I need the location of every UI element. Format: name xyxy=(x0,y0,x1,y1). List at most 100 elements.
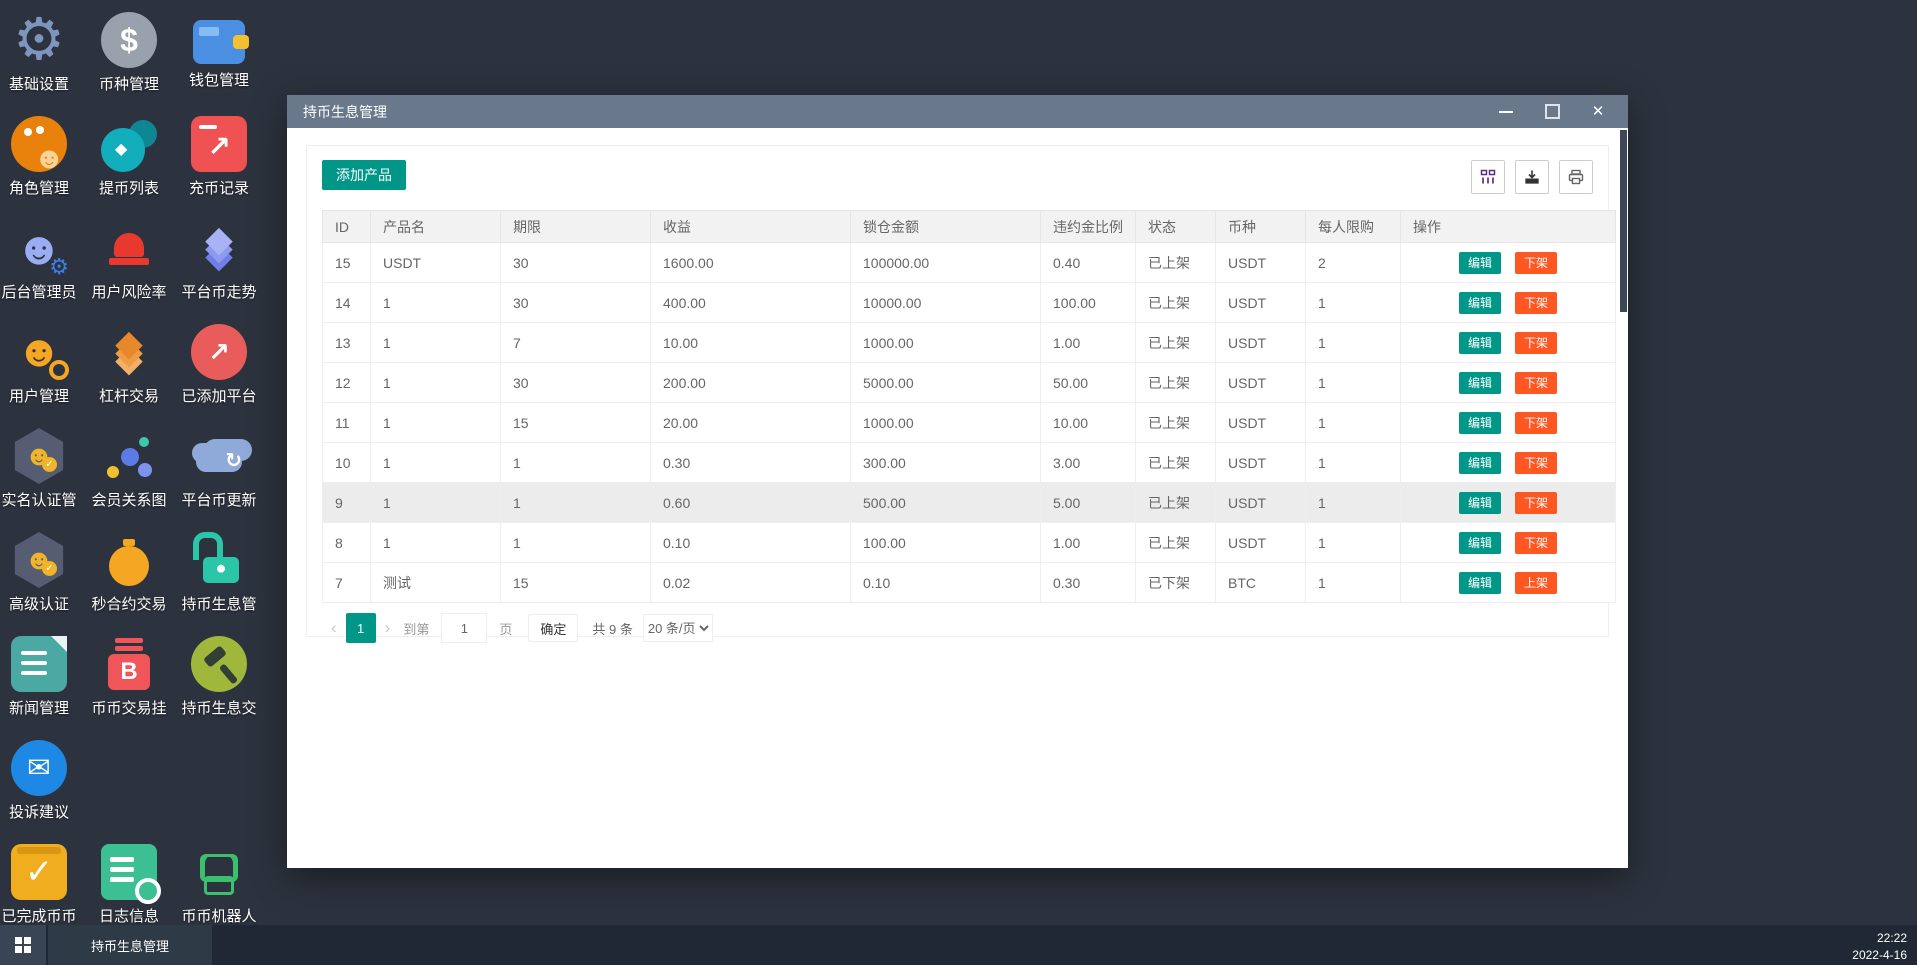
desktop-shortcut[interactable]: 投诉建议 xyxy=(0,732,84,836)
cell-lock-amount: 5000.00 xyxy=(851,363,1041,403)
desktop-shortcut-icon xyxy=(101,220,157,276)
cell-status: 已上架 xyxy=(1136,443,1216,483)
edit-button[interactable]: 编辑 xyxy=(1459,492,1501,514)
add-product-button[interactable]: 添加产品 xyxy=(322,160,406,190)
cell-product-name: USDT xyxy=(371,243,501,283)
window-scrollbar-thumb[interactable] xyxy=(1620,130,1627,312)
cell-penalty-ratio: 0.30 xyxy=(1041,563,1136,603)
desktop-shortcut-icon xyxy=(101,636,157,692)
desktop-shortcut-icon xyxy=(191,636,247,692)
table-row: 10 1 1 0.30 300.00 3.00 已上架 USDT 1 编辑 下架 xyxy=(323,443,1616,483)
desktop-shortcut[interactable]: 平台币更新 xyxy=(174,420,264,524)
close-icon[interactable] xyxy=(1590,104,1606,120)
desktop-shortcut[interactable]: 平台币走势 xyxy=(174,212,264,316)
window-titlebar: 持币生息管理 xyxy=(287,95,1628,128)
toggle-shelf-button[interactable]: 下架 xyxy=(1515,412,1557,434)
clock-date: 2022-4-16 xyxy=(1852,947,1907,964)
desktop-shortcut[interactable]: 提币列表 xyxy=(84,108,174,212)
edit-button[interactable]: 编辑 xyxy=(1459,532,1501,554)
desktop-shortcut[interactable]: 杠杆交易 xyxy=(84,316,174,420)
table-toolbar: 添加产品 xyxy=(322,160,1593,194)
cell-limit: 1 xyxy=(1306,563,1401,603)
cell-lock-amount: 10000.00 xyxy=(851,283,1041,323)
taskbar-item-active[interactable]: 持币生息管理 xyxy=(48,925,212,965)
desktop-shortcut-icon xyxy=(101,844,157,900)
edit-button[interactable]: 编辑 xyxy=(1459,292,1501,314)
cell-actions: 编辑 下架 xyxy=(1401,443,1616,483)
desktop-shortcut[interactable]: 实名认证管 xyxy=(0,420,84,524)
confirm-button[interactable]: 确定 xyxy=(528,614,578,642)
desktop-shortcut[interactable]: 充币记录 xyxy=(174,108,264,212)
desktop-shortcut[interactable]: 币种管理 xyxy=(84,4,174,108)
edit-button[interactable]: 编辑 xyxy=(1459,372,1501,394)
cell-id: 14 xyxy=(323,283,371,323)
cell-product-name: 1 xyxy=(371,283,501,323)
goto-page-input[interactable] xyxy=(441,613,487,643)
desktop-shortcut-label: 平台币走势 xyxy=(181,281,256,302)
minimize-icon[interactable] xyxy=(1498,104,1514,120)
cell-profit: 200.00 xyxy=(651,363,851,403)
desktop-shortcut[interactable]: 高级认证 xyxy=(0,524,84,628)
desktop-shortcut[interactable]: 持币生息管 xyxy=(174,524,264,628)
cell-term: 1 xyxy=(501,483,651,523)
desktop-shortcut[interactable]: 用户风险率 xyxy=(84,212,174,316)
columns-filter-icon[interactable] xyxy=(1471,160,1505,194)
desktop-shortcut-icon xyxy=(101,116,157,172)
cell-profit: 400.00 xyxy=(651,283,851,323)
edit-button[interactable]: 编辑 xyxy=(1459,412,1501,434)
desktop-shortcut[interactable]: 角色管理 xyxy=(0,108,84,212)
desktop-shortcut[interactable]: 已添加平台 xyxy=(174,316,264,420)
export-icon[interactable] xyxy=(1515,160,1549,194)
desktop-shortcut[interactable]: 会员关系图 xyxy=(84,420,174,524)
page-size-select[interactable]: 20 条/页 xyxy=(643,614,713,642)
cell-id: 13 xyxy=(323,323,371,363)
cell-lock-amount: 1000.00 xyxy=(851,323,1041,363)
desktop-shortcut[interactable]: 基础设置 xyxy=(0,4,84,108)
edit-button[interactable]: 编辑 xyxy=(1459,452,1501,474)
cell-penalty-ratio: 10.00 xyxy=(1041,403,1136,443)
desktop-shortcut-label: 日志信息 xyxy=(99,905,159,926)
cell-status: 已上架 xyxy=(1136,523,1216,563)
toggle-shelf-button[interactable]: 下架 xyxy=(1515,332,1557,354)
edit-button[interactable]: 编辑 xyxy=(1459,572,1501,594)
desktop-shortcut[interactable]: 秒合约交易 xyxy=(84,524,174,628)
desktop-shortcut-label: 持币生息管 xyxy=(181,593,256,614)
cell-id: 7 xyxy=(323,563,371,603)
toggle-shelf-button[interactable]: 下架 xyxy=(1515,452,1557,474)
cell-limit: 1 xyxy=(1306,523,1401,563)
cell-coin: USDT xyxy=(1216,363,1306,403)
desktop-shortcut[interactable]: 新闻管理 xyxy=(0,628,84,732)
desktop-shortcut-label: 已完成币币 xyxy=(1,905,76,926)
next-page-icon[interactable]: › xyxy=(376,618,400,638)
desktop-shortcut[interactable]: 币币交易挂 xyxy=(84,628,174,732)
toggle-shelf-button[interactable]: 下架 xyxy=(1515,252,1557,274)
goto-suffix-label: 页 xyxy=(499,619,512,638)
toggle-shelf-button[interactable]: 下架 xyxy=(1515,532,1557,554)
column-header: 锁仓金额 xyxy=(851,211,1041,243)
desktop-shortcut-label: 杠杆交易 xyxy=(99,385,159,406)
desktop-shortcut[interactable]: 后台管理员 xyxy=(0,212,84,316)
current-page-button[interactable]: 1 xyxy=(346,613,376,643)
prev-page-icon[interactable]: ‹ xyxy=(322,618,346,638)
toggle-shelf-button[interactable]: 下架 xyxy=(1515,372,1557,394)
maximize-icon[interactable] xyxy=(1544,104,1560,120)
desktop-shortcut-icon xyxy=(193,20,245,64)
pagination: ‹ 1 › 到第 页 确定 共 9 条 20 条/页 xyxy=(322,613,1593,643)
cell-limit: 2 xyxy=(1306,243,1401,283)
start-button[interactable] xyxy=(0,925,46,965)
edit-button[interactable]: 编辑 xyxy=(1459,252,1501,274)
desktop-shortcut[interactable]: 用户管理 xyxy=(0,316,84,420)
toggle-shelf-button[interactable]: 下架 xyxy=(1515,292,1557,314)
desktop-shortcut[interactable]: 持币生息交 xyxy=(174,628,264,732)
toggle-shelf-button[interactable]: 上架 xyxy=(1515,572,1557,594)
table-row: 7 测试 15 0.02 0.10 0.30 已下架 BTC 1 编辑 上架 xyxy=(323,563,1616,603)
print-icon[interactable] xyxy=(1559,160,1593,194)
toggle-shelf-button[interactable]: 下架 xyxy=(1515,492,1557,514)
cell-id: 8 xyxy=(323,523,371,563)
desktop-shortcut-icon xyxy=(11,12,67,68)
column-header: 产品名 xyxy=(371,211,501,243)
edit-button[interactable]: 编辑 xyxy=(1459,332,1501,354)
desktop-shortcut[interactable]: 钱包管理 xyxy=(174,4,264,108)
cell-status: 已下架 xyxy=(1136,563,1216,603)
cell-lock-amount: 1000.00 xyxy=(851,403,1041,443)
